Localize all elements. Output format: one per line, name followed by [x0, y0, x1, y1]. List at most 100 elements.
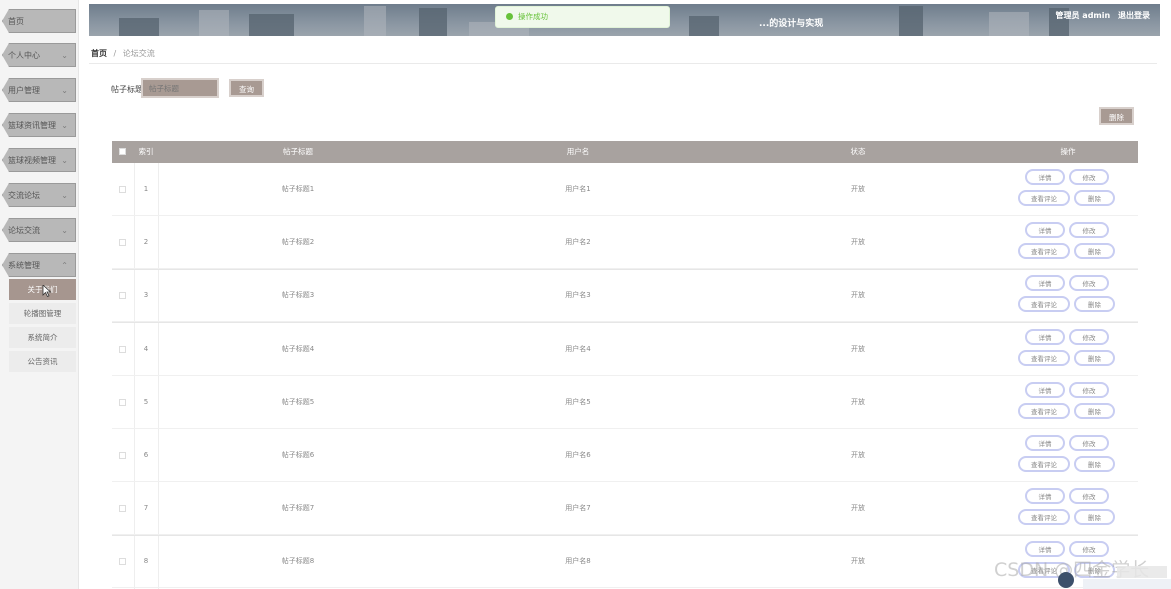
cell-status: 开放	[851, 451, 865, 459]
detail-button[interactable]: 详情	[1025, 275, 1065, 292]
column-header-title: 帖子标题	[283, 147, 313, 156]
edit-button[interactable]: 修改	[1069, 381, 1109, 398]
sidebar-item-users[interactable]: 用户管理 ⌄	[2, 78, 76, 102]
view-comments-button[interactable]: 查看评论	[1018, 456, 1070, 472]
sidebar-item-label: 用户管理	[8, 86, 40, 95]
sidebar-item-news[interactable]: 篮球资讯管理 ⌄	[2, 113, 76, 137]
chevron-down-icon: ⌄	[61, 121, 68, 130]
column-header-username: 用户名	[566, 147, 590, 156]
column-header-status: 状态	[850, 147, 866, 156]
row-delete-button[interactable]: 删除	[1074, 456, 1115, 472]
site-title: ...的设计与实现	[759, 19, 824, 29]
table-header: 索引 帖子标题 用户名 状态 操作	[112, 141, 1138, 163]
row-checkbox[interactable]	[119, 398, 126, 406]
edit-button[interactable]: 修改	[1069, 222, 1109, 239]
view-comments-button[interactable]: 查看评论	[1018, 509, 1070, 526]
divider	[89, 63, 1157, 64]
skyline-building	[419, 8, 447, 36]
view-comments-button[interactable]: 查看评论	[1018, 243, 1070, 260]
cell-title: 帖子标题8	[281, 557, 315, 566]
chevron-down-icon: ⌄	[61, 226, 68, 235]
chevron-down-icon: ⌄	[61, 156, 68, 165]
cell-status: 开放	[851, 504, 865, 513]
query-button[interactable]: 查询	[229, 79, 264, 97]
logout-link[interactable]: 退出登录	[1118, 11, 1150, 20]
sidebar-item-videos[interactable]: 篮球视频管理 ⌄	[2, 148, 76, 172]
toast-message: 操作成功	[518, 12, 548, 21]
edit-button[interactable]: 修改	[1069, 169, 1109, 185]
search-label: 帖子标题	[111, 85, 143, 94]
row-delete-button[interactable]: 删除	[1074, 190, 1115, 206]
cell-index: 6	[143, 451, 149, 459]
cell-title: 帖子标题4	[281, 344, 315, 353]
skyline-building	[364, 6, 386, 36]
sidebar-item-label: 篮球资讯管理	[8, 121, 56, 130]
row-checkbox[interactable]	[119, 452, 126, 459]
submenu-system-intro[interactable]: 系统简介	[9, 327, 76, 348]
row-checkbox[interactable]	[119, 558, 126, 566]
submenu-carousel[interactable]: 轮播图管理	[9, 303, 76, 324]
mouse-cursor-icon	[42, 285, 52, 297]
cell-title: 帖子标题7	[281, 504, 315, 513]
edit-button[interactable]: 修改	[1069, 275, 1109, 292]
cell-status: 开放	[851, 238, 865, 247]
breadcrumb-home[interactable]: 首页	[91, 49, 107, 58]
sidebar-item-label: 个人中心	[8, 51, 40, 60]
delete-button[interactable]: 删除	[1099, 107, 1134, 125]
edit-button[interactable]: 修改	[1069, 435, 1109, 451]
sidebar-item-profile[interactable]: 个人中心 ⌄	[2, 43, 76, 67]
row-delete-button[interactable]: 删除	[1074, 402, 1115, 419]
row-delete-button[interactable]: 删除	[1074, 509, 1115, 526]
search-input[interactable]	[141, 78, 219, 98]
row-checkbox[interactable]	[119, 505, 126, 513]
cell-title: 帖子标题2	[281, 238, 315, 247]
column-header-actions: 操作	[1060, 147, 1076, 156]
view-comments-button[interactable]: 查看评论	[1018, 402, 1070, 419]
column-header-index: 索引	[138, 147, 154, 156]
sidebar-item-discussion[interactable]: 论坛交流 ⌄	[2, 218, 76, 242]
row-checkbox[interactable]	[119, 292, 126, 300]
cell-index: 8	[143, 557, 149, 566]
detail-button[interactable]: 详情	[1025, 222, 1065, 239]
detail-button[interactable]: 详情	[1025, 435, 1065, 451]
cell-status: 开放	[851, 557, 865, 566]
breadcrumb-current: 论坛交流	[122, 49, 155, 58]
sidebar-item-system[interactable]: 系统管理 ⌃	[2, 253, 76, 277]
submenu-label: 轮播图管理	[23, 309, 62, 318]
row-checkbox[interactable]	[119, 345, 126, 353]
row-delete-button[interactable]: 删除	[1074, 243, 1115, 260]
sidebar: 首页 个人中心 ⌄ 用户管理 ⌄ 篮球资讯管理 ⌄ 篮球视频管理 ⌄ 交流论坛 ⌄ 论坛交…	[0, 0, 79, 589]
sidebar-item-forum[interactable]: 交流论坛 ⌄	[2, 183, 76, 207]
detail-button[interactable]: 详情	[1025, 328, 1065, 345]
edit-button[interactable]: 修改	[1069, 328, 1109, 345]
cell-username: 用户名7	[565, 504, 591, 513]
sidebar-item-home[interactable]: 首页	[2, 9, 76, 33]
detail-button[interactable]: 详情	[1025, 381, 1065, 398]
sidebar-item-label: 系统管理	[8, 261, 40, 270]
detail-button[interactable]: 详情	[1025, 488, 1065, 505]
chevron-up-icon: ⌃	[61, 261, 68, 270]
detail-button[interactable]: 详情	[1025, 169, 1065, 185]
select-all-checkbox[interactable]	[119, 148, 126, 155]
bottom-toolbar	[1083, 579, 1171, 589]
table-row: 4 帖子标题4 用户名4 开放 详情 修改 查看评论 删除	[112, 323, 1138, 376]
admin-user-label: 管理员 admin	[1055, 11, 1111, 20]
sidebar-item-label: 篮球视频管理	[8, 156, 56, 165]
cell-title: 帖子标题3	[281, 291, 315, 300]
edit-button[interactable]: 修改	[1069, 488, 1109, 505]
cell-status: 开放	[851, 344, 865, 353]
view-comments-button[interactable]: 查看评论	[1018, 349, 1070, 366]
sidebar-item-label: 论坛交流	[8, 226, 40, 235]
row-delete-button[interactable]: 删除	[1074, 296, 1115, 313]
breadcrumb-separator: /	[113, 49, 117, 58]
view-comments-button[interactable]: 查看评论	[1018, 190, 1070, 206]
row-delete-button[interactable]: 删除	[1074, 349, 1115, 366]
view-comments-button[interactable]: 查看评论	[1018, 296, 1070, 313]
submenu-announcements[interactable]: 公告资讯	[9, 351, 76, 372]
table-row: 6 帖子标题6 用户名6 开放 详情 修改 查看评论 删除	[112, 429, 1138, 482]
cell-status: 开放	[851, 397, 865, 406]
cell-index: 7	[143, 504, 149, 513]
chevron-down-icon: ⌄	[61, 191, 68, 200]
row-checkbox[interactable]	[119, 239, 126, 247]
row-checkbox[interactable]	[119, 186, 126, 193]
